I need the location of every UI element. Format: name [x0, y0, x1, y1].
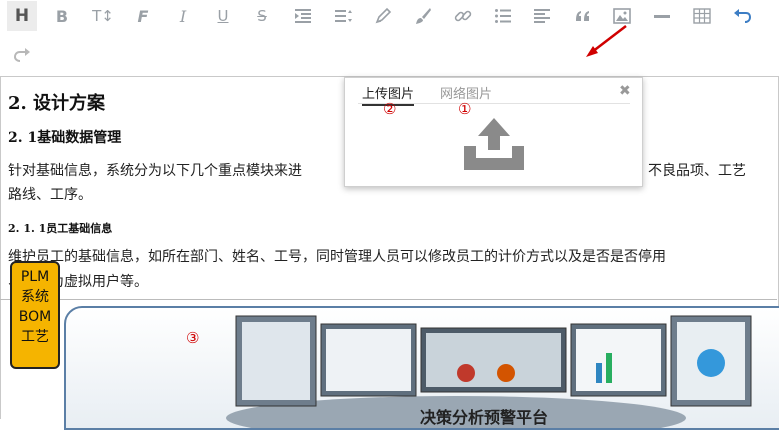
plm-line-1: PLM	[20, 269, 50, 285]
paragraph-1-line-2: 路线、工序。	[8, 187, 92, 203]
font-size-icon: T↕	[92, 7, 114, 25]
bullet-list-icon	[495, 9, 511, 23]
redo-button[interactable]	[7, 40, 37, 70]
paragraph-1-line-1-left: 针对基础信息，系统分为以下几个重点模块来进	[8, 163, 302, 179]
close-icon[interactable]: ✖	[619, 83, 631, 99]
annotation-two: ②	[383, 100, 397, 118]
italic-button[interactable]: I	[168, 1, 198, 31]
image-caption: 决策分析预警平台	[420, 408, 549, 427]
plm-line-3: BOM	[18, 309, 52, 325]
undo-icon	[734, 9, 751, 23]
image-icon	[613, 8, 631, 24]
insert-image-popup: 上传图片 网络图片 ✖ ② ①	[344, 77, 643, 187]
red-arrow-annotation	[586, 25, 627, 57]
undo-button[interactable]	[727, 1, 757, 31]
heading-button[interactable]: H	[7, 1, 37, 31]
paragraph-2-line-1: 维护员工的基础信息，如所在部门、姓名、工号，同时管理人员可以修改员工的计价方式以…	[8, 249, 666, 265]
quote-icon	[576, 11, 589, 21]
strikethrough-button[interactable]: S	[247, 1, 277, 31]
brush-icon	[416, 8, 431, 24]
upload-icon[interactable]	[462, 116, 526, 172]
table-icon	[693, 8, 711, 24]
font-family-icon: F	[137, 6, 149, 26]
line-height-button[interactable]	[328, 1, 358, 31]
font-size-button[interactable]: T↕	[88, 1, 118, 31]
plm-box: PLM 系统 BOM 工艺	[10, 261, 60, 369]
redo-icon	[13, 48, 30, 62]
font-family-button[interactable]: F	[128, 1, 158, 31]
indent-icon	[295, 9, 311, 23]
subsubsection-heading: 2. 1. 1员工基础信息	[8, 222, 113, 235]
horizontal-rule-button[interactable]	[647, 1, 677, 31]
image-top-divider	[0, 299, 777, 300]
bold-button[interactable]: B	[47, 1, 77, 31]
link-icon	[454, 10, 472, 22]
line-height-icon	[335, 10, 352, 22]
subsection-heading: 2. 1基础数据管理	[8, 130, 122, 146]
paragraph-1-line-1-right: 不良品项、工艺	[648, 163, 746, 179]
editor-toolbar: H B T↕ F I U S	[0, 0, 779, 77]
horizontal-rule-icon	[654, 15, 670, 18]
underline-button[interactable]: U	[208, 1, 238, 31]
tab-divider	[358, 103, 630, 104]
highlight-button[interactable]	[368, 1, 398, 31]
link-button[interactable]	[448, 1, 478, 31]
plm-line-2: 系统	[21, 289, 49, 305]
table-button[interactable]	[687, 1, 717, 31]
italic-icon: I	[179, 6, 187, 26]
heading-icon: H	[14, 6, 30, 26]
list-button[interactable]	[488, 1, 518, 31]
indent-button[interactable]	[288, 1, 318, 31]
pen-icon	[375, 7, 392, 24]
section-heading: 2. 设计方案	[8, 93, 106, 114]
plm-line-4: 工艺	[21, 329, 49, 345]
strikethrough-icon: S	[257, 7, 267, 25]
annotation-three: ③	[186, 329, 200, 347]
underline-icon: U	[217, 7, 229, 25]
format-painter-button[interactable]	[408, 1, 438, 31]
align-button[interactable]	[527, 1, 557, 31]
align-left-icon	[534, 9, 550, 23]
bold-icon: B	[55, 6, 69, 26]
